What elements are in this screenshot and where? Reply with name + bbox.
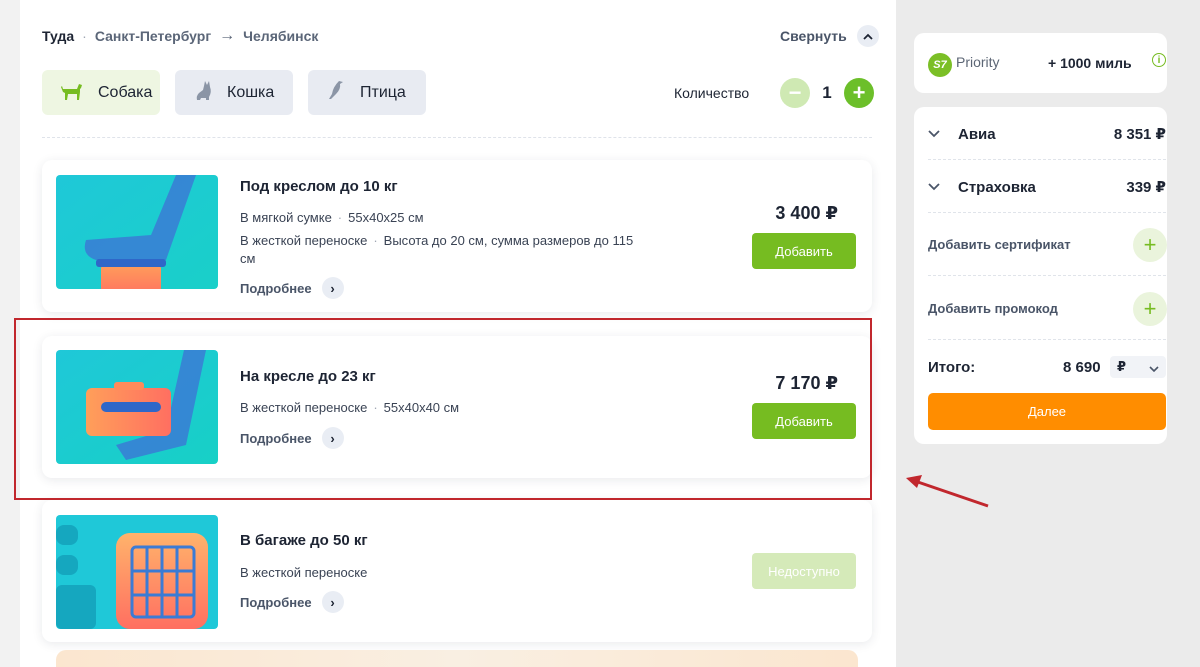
add-certificate-button[interactable]: + [1133,228,1167,262]
divider [42,137,872,138]
chevron-right-icon: › [321,277,344,299]
highlight-frame [14,318,872,500]
insurance-amount: 339 ₽ [1126,179,1166,196]
divider [928,339,1166,340]
chevron-up-icon [856,25,879,47]
insurance-label: Страховка [958,178,1036,196]
add-certificate-row[interactable]: Добавить сертификат [928,237,1166,252]
details-link[interactable]: Подробнее › [240,277,344,299]
card-title: Под креслом до 10 кг [240,178,398,195]
detail-type: В мягкой сумке [240,210,332,225]
divider [928,159,1166,160]
tab-bird-label: Птица [360,83,406,101]
dot-separator: · [337,210,343,225]
animal-tabs: Собака Кошка Птица [42,70,426,115]
baggage-illustration [56,515,218,629]
add-certificate-label: Добавить сертификат [928,237,1071,252]
divider [928,275,1166,276]
decrement-button[interactable]: − [780,78,810,108]
tab-bird[interactable]: Птица [308,70,426,115]
miles-bonus: + 1000 миль [1048,55,1132,71]
collapse-button[interactable]: Свернуть [780,25,879,47]
increment-button[interactable]: + [844,78,874,108]
from-city: Санкт-Петербург [94,28,212,44]
price-summary-panel: Авиа 8 351 ₽ Страховка 339 ₽ Добавить се… [914,107,1167,444]
details-label: Подробнее [240,594,312,610]
detail-size: 55x40x25 см [348,210,424,225]
info-icon[interactable]: i [1152,53,1166,67]
price: 3 400 ₽ [775,203,838,223]
order-sidebar: S7 Priority + 1000 миль i Авиа 8 351 ₽ С… [896,0,1200,667]
avia-row[interactable]: Авиа 8 351 ₽ [928,125,1166,143]
card-detail-line: В мягкой сумке · 55x40x25 см [240,209,640,227]
direction-label: Туда [42,28,75,44]
details-link[interactable]: Подробнее › [240,591,344,613]
quantity-label: Количество [674,85,750,101]
card-detail-line: В жесткой переноске [240,564,640,582]
option-card-under-seat: Под креслом до 10 кг В мягкой сумке · 55x4… [42,160,872,312]
dog-icon [60,79,84,106]
avia-label: Авиа [958,125,996,143]
bird-icon [326,79,346,106]
currency-value: ₽ [1117,359,1127,374]
cat-icon [193,79,213,106]
tab-dog[interactable]: Собака [42,70,160,115]
card-detail-line: В жесткой переноске · Высота до 20 см, сум… [240,232,640,268]
arrow-right-icon: → [219,27,236,44]
detail-type: В жесткой переноске [240,233,368,248]
tab-cat-label: Кошка [227,83,275,101]
avia-amount: 8 351 ₽ [1113,126,1166,143]
next-button[interactable]: Далее [928,393,1166,430]
s7-logo: S7 [928,53,952,77]
total-label: Итого: [928,359,976,376]
add-button[interactable]: Добавить [752,233,856,269]
separator: · [82,28,87,44]
unavailable-button: Недоступно [752,553,856,589]
chevron-right-icon: › [321,591,344,613]
under-seat-illustration [56,175,218,289]
chevron-down-icon [928,180,948,194]
quantity-stepper: Количество − 1 + [674,78,874,108]
tab-dog-label: Собака [98,83,153,101]
add-promo-button[interactable]: + [1133,292,1167,326]
priority-panel: S7 Priority + 1000 миль i [914,33,1167,93]
card-title: В багаже до 50 кг [240,532,368,549]
collapse-label: Свернуть [780,28,847,44]
priority-label: Priority [956,54,1000,70]
add-promo-row[interactable]: Добавить промокод [928,301,1166,316]
chevron-down-icon [928,127,948,141]
currency-select[interactable]: ₽ [1110,356,1166,378]
details-label: Подробнее [240,280,312,296]
option-card-baggage: В багаже до 50 кг В жесткой переноске По… [42,500,872,642]
tab-cat[interactable]: Кошка [175,70,293,115]
insurance-row[interactable]: Страховка 339 ₽ [928,178,1166,196]
to-city: Челябинск [243,28,319,44]
dot-separator: · [373,233,378,248]
quantity-value: 1 [822,83,832,102]
total-value: 8 690 [1063,359,1101,376]
divider [928,212,1166,213]
detail-type: В жесткой переноске [240,565,368,580]
annotation-arrow-icon [906,475,989,508]
chevron-down-icon [1149,360,1159,375]
next-card-preview [56,650,858,667]
add-promo-label: Добавить промокод [928,301,1058,316]
breadcrumb: Туда · Санкт-Петербург → Челябинск [42,27,318,45]
